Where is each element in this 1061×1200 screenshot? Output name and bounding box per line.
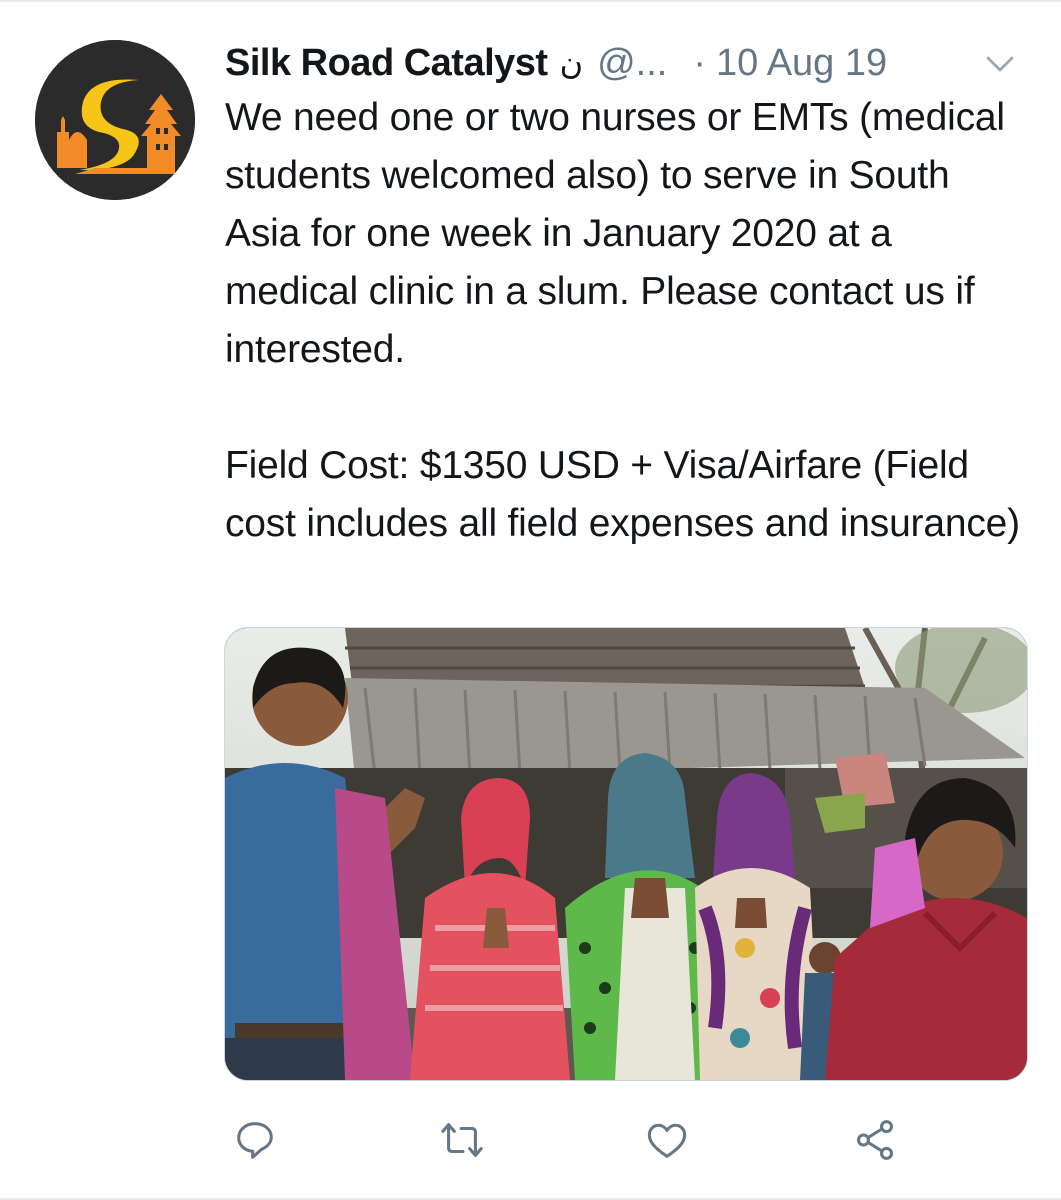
chevron-down-icon[interactable] — [982, 46, 1018, 82]
separator-dot: · — [693, 41, 706, 84]
tweet-date[interactable]: 10 Aug 19 — [716, 42, 887, 85]
reply-icon — [237, 1122, 273, 1159]
tweet-header: Silk Road Catalyst ن @... · 10 Aug 19 — [225, 38, 1030, 88]
author-name[interactable]: Silk Road Catalyst — [225, 42, 548, 85]
like-button[interactable] — [637, 1110, 697, 1170]
tweet-photo[interactable] — [224, 627, 1028, 1081]
reply-button[interactable] — [225, 1110, 285, 1170]
share-button[interactable] — [845, 1110, 905, 1170]
retweet-button[interactable] — [432, 1110, 492, 1170]
share-icon — [856, 1120, 894, 1160]
avatar[interactable] — [35, 40, 195, 200]
silk-road-logo-icon — [35, 40, 195, 200]
author-handle[interactable]: @... — [597, 42, 667, 85]
tweet-actions — [225, 1110, 1025, 1170]
like-icon — [647, 1123, 687, 1158]
tweet-text: We need one or two nurses or EMTs (medic… — [225, 96, 1020, 545]
author-name-emoji: ن — [559, 45, 584, 81]
retweet-icon — [441, 1123, 483, 1157]
photo-women-praying — [225, 628, 1027, 1080]
tweet-card[interactable]: Silk Road Catalyst ن @... · 10 Aug 19 We… — [0, 0, 1061, 1200]
